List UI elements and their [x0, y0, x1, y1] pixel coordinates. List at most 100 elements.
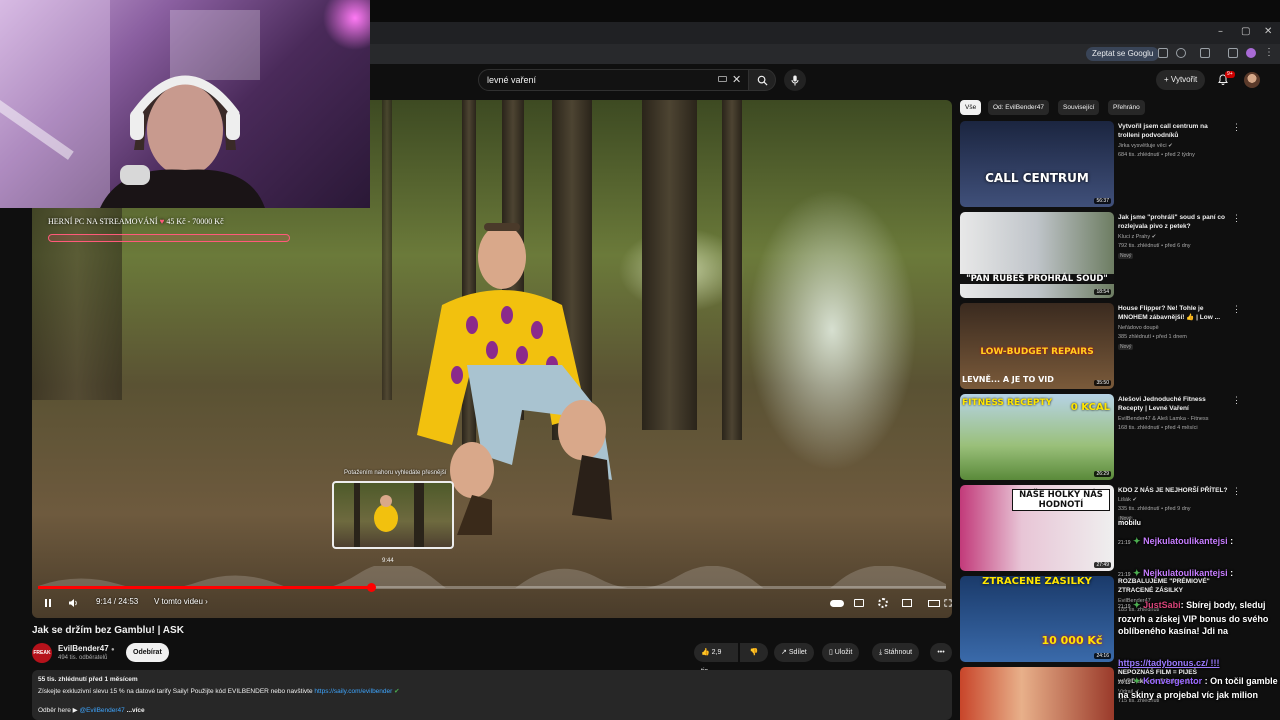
video-thumbnail[interactable]: LOW-BUDGET REPAIRS LEVNĚ... A JE TO VID …	[960, 303, 1114, 389]
description-line-2: Odběr here ▶ @EvilBender47 ...více	[38, 706, 145, 714]
save-button[interactable]: ▯ Uložit	[822, 643, 860, 662]
video-title[interactable]: KDO Z NÁS JE NEJHORŠÍ PŘÍTEL?	[1118, 486, 1230, 495]
minimize-icon[interactable]: –	[1218, 26, 1223, 37]
more-actions-button[interactable]: •••	[930, 643, 952, 662]
search-input[interactable]: levné vaření	[478, 69, 750, 91]
tree-trunk	[722, 100, 742, 440]
most-replayed-graph	[38, 566, 946, 588]
theater-mode-icon[interactable]	[928, 600, 940, 607]
autoplay-toggle[interactable]	[830, 600, 844, 607]
tree-trunk	[642, 100, 697, 430]
video-meta: 792 tis. zhlédnutí • před 6 dny	[1118, 243, 1191, 249]
description-box[interactable]	[32, 670, 952, 720]
seek-hint: Potažením nahoru vyhledáte přesnější	[344, 470, 447, 476]
chip-watched[interactable]: Přehráno	[1108, 100, 1145, 115]
sidebar-icon[interactable]	[1228, 48, 1238, 58]
video-thumbnail[interactable]	[960, 667, 1114, 720]
channel-avatar[interactable]: FREAK	[32, 643, 52, 663]
miniplayer-icon[interactable]	[902, 599, 912, 607]
create-button[interactable]: + Vytvořit	[1156, 70, 1206, 90]
close-window-icon[interactable]: ✕	[1264, 26, 1272, 37]
video-menu-icon[interactable]: ⋮	[1232, 486, 1241, 497]
chat-message: mobilu	[1118, 518, 1141, 530]
notification-count-badge: 9+	[1225, 71, 1235, 78]
video-title[interactable]: Jak jsme "prohráli" soud s paní co rozle…	[1118, 213, 1230, 231]
view-count-date: 55 tis. zhlédnutí před 1 měsícem	[38, 676, 138, 683]
video-menu-icon[interactable]: ⋮	[1232, 213, 1241, 224]
progress-bar[interactable]	[38, 583, 946, 592]
description-text-1: Získejte exkluzivní slevu 15 % na datové…	[38, 688, 313, 695]
thumbnail-text: "PAN RUBEŠ PROHRÁL SOUD"	[960, 274, 1114, 284]
download-label: Stáhnout	[884, 649, 913, 656]
saily-link[interactable]: https://saily.com/evilbender	[314, 688, 392, 695]
download-button[interactable]: ⤓ Stáhnout	[872, 643, 920, 662]
thumbnail-caption: 10 000 Kč	[1041, 634, 1103, 647]
video-channel[interactable]: Kluci z Prahy ✔	[1118, 234, 1156, 241]
chat-message: 21:19 ✦ Nejkulatoulikantejsi :	[1118, 567, 1233, 581]
video-channel[interactable]: Neřádovo doupě	[1118, 325, 1159, 332]
plus-icon: +	[1164, 75, 1171, 84]
video-channel[interactable]: EvilBender47 & Aleš Lamka - Fitness	[1118, 416, 1209, 423]
profile-icon[interactable]	[1246, 48, 1256, 58]
chat-timestamp: 21:19	[1118, 540, 1131, 546]
microphone-icon	[791, 75, 799, 85]
chat-text: : Sbírej body, sleduj rozvrh a získej VI…	[1118, 600, 1269, 636]
maximize-icon[interactable]: ▢	[1241, 26, 1250, 37]
progress-scrubber[interactable]	[367, 583, 376, 592]
fullscreen-icon[interactable]	[944, 598, 952, 608]
video-thumbnail[interactable]: ZTRACENÉ ZÁSILKY 10 000 Kč 24:16	[960, 576, 1114, 662]
browser-menu-icon[interactable]: ⋮	[1264, 48, 1274, 58]
video-title[interactable]: Vytvořil jsem call centrum na trolleni p…	[1118, 122, 1230, 140]
chat-text: mobilu	[1118, 520, 1141, 527]
chip-related[interactable]: Související	[1058, 100, 1100, 115]
chat-badge-icon: ✦	[1133, 536, 1141, 546]
bookmark-star-icon[interactable]	[1176, 48, 1186, 58]
account-avatar[interactable]	[1244, 72, 1260, 88]
video-thumbnail[interactable]: CALL CENTRUM 56:37	[960, 121, 1114, 207]
ask-google-button[interactable]: Zeptat se Googlu	[1086, 47, 1160, 61]
video-thumbnail[interactable]: FITNESS RECEPTY 0 KCAL 26:29	[960, 394, 1114, 480]
chip-from-channel[interactable]: Od: EvilBender47	[988, 100, 1049, 115]
channel-name[interactable]: EvilBender47 ●	[58, 644, 115, 653]
stream-chat-overlay: mobilu 21:19 ✦ Nejkulatoulikantejsi : 21…	[1118, 518, 1280, 720]
video-menu-icon[interactable]: ⋮	[1232, 304, 1241, 315]
voice-search-button[interactable]	[784, 69, 806, 91]
video-thumbnail[interactable]: "PAN RUBEŠ PROHRÁL SOUD" 18:54	[960, 212, 1114, 298]
extensions-icon[interactable]	[1200, 48, 1210, 58]
subtitles-icon[interactable]	[854, 599, 864, 607]
video-duration: 35:50	[1094, 380, 1111, 386]
video-meta: 385 zhlédnutí • před 1 dnem	[1118, 334, 1187, 340]
thumb-up-icon: 👍	[701, 649, 710, 656]
video-channel[interactable]: Jirka vysvětluje věci ✔	[1118, 143, 1173, 150]
subscribe-button[interactable]: Odebírat	[126, 643, 169, 662]
share-label: Sdílet	[788, 649, 807, 656]
new-badge: Nový	[1118, 344, 1134, 350]
volume-icon[interactable]	[68, 598, 78, 608]
video-menu-icon[interactable]: ⋮	[1232, 122, 1241, 133]
pause-icon[interactable]	[43, 598, 53, 608]
share-button[interactable]: ↗ Sdílet	[774, 643, 814, 662]
video-channel[interactable]: Lišák ✔	[1118, 497, 1137, 504]
subscriber-count: 494 tis. odběratelů	[58, 655, 108, 661]
show-more-link[interactable]: ...více	[127, 707, 145, 714]
video-title[interactable]: Alešovi Jednoduché Fitness Recepty | Lev…	[1118, 395, 1230, 413]
description-text-2: Odběr here ▶	[38, 707, 78, 714]
description-line-1: Získejte exkluzivní slevu 15 % na datové…	[38, 687, 400, 695]
video-title[interactable]: House Flipper? Ne! Tohle je MNOHEM zábav…	[1118, 304, 1230, 322]
channel-handle-link[interactable]: @EvilBender47	[80, 707, 125, 714]
chip-all[interactable]: Vše	[960, 100, 982, 115]
video-menu-icon[interactable]: ⋮	[1232, 395, 1241, 406]
chapter-button[interactable]: V tomto videu ›	[154, 597, 208, 606]
video-thumbnail[interactable]: NAŠE HOLKY NÁS HODNOTÍ 27:49	[960, 485, 1114, 571]
chat-message: 21:19 ✦ Konvergentor : On točil gamble n…	[1118, 675, 1278, 701]
search-button[interactable]	[748, 69, 776, 91]
settings-gear-icon[interactable]	[878, 598, 888, 608]
chat-link[interactable]: https://tadybonus.cz/ !!!	[1118, 658, 1220, 668]
extension-icon[interactable]	[1158, 48, 1168, 58]
progress-bar-played	[38, 586, 371, 589]
dislike-button[interactable]: 👎	[740, 643, 768, 662]
like-button[interactable]: 👍 2,9 tis.	[694, 643, 738, 675]
clear-search-icon[interactable]: ✕	[732, 73, 741, 86]
keyboard-icon[interactable]	[718, 76, 727, 82]
screen: – ▢ ✕ Zeptat se Googlu ⋮ levné vaření ✕ …	[0, 0, 1280, 720]
